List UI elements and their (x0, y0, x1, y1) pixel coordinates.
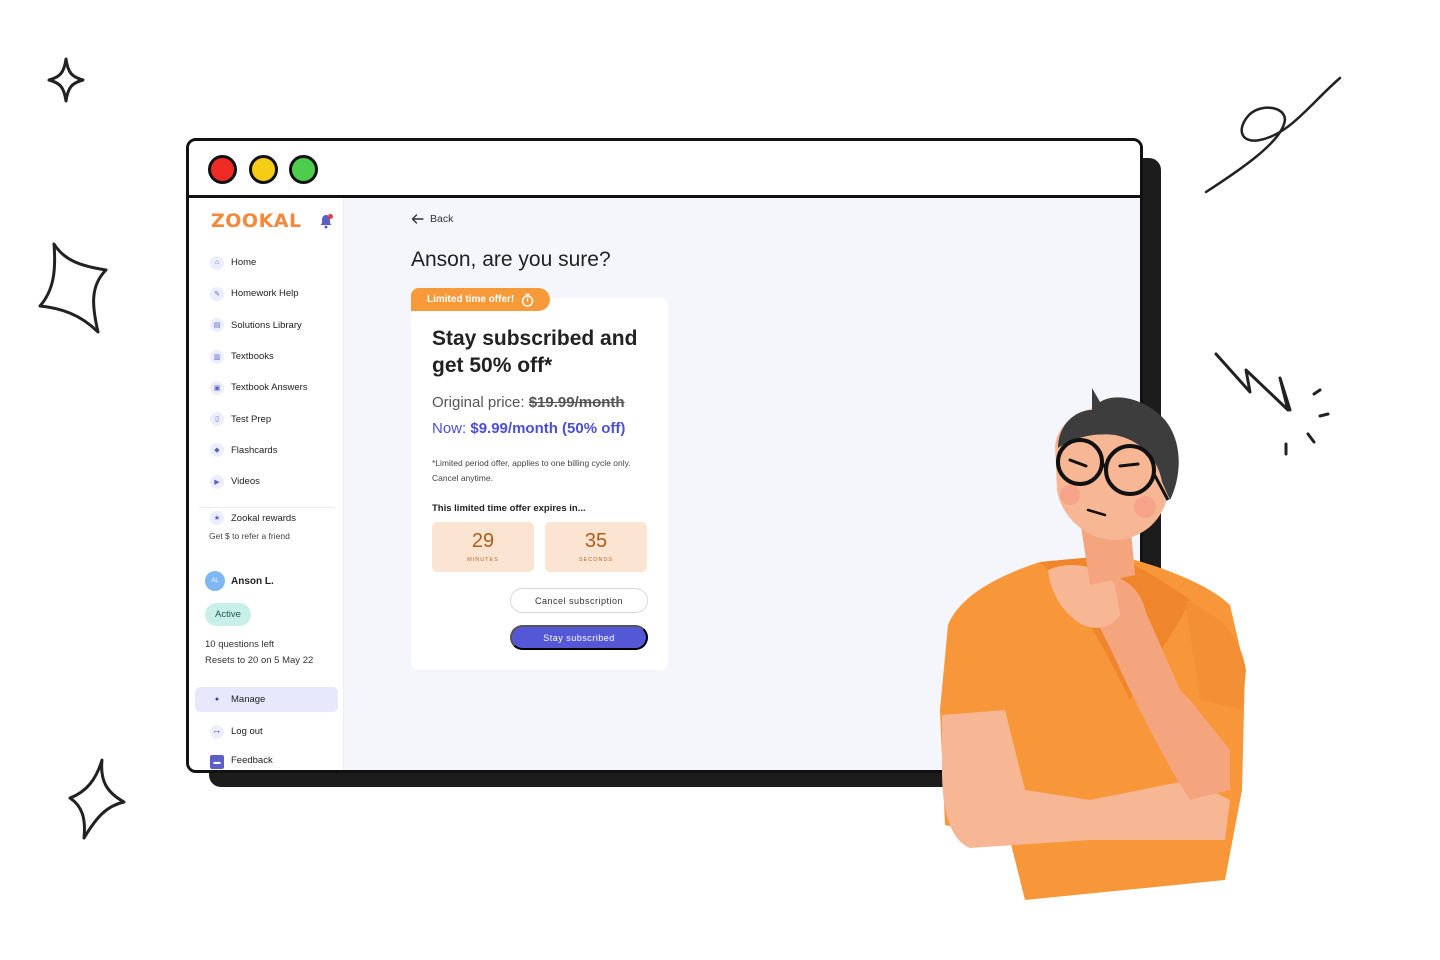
sidebar-item-flashcards[interactable]: ◆ Flashcards (189, 435, 344, 466)
user-name: Anson L. (231, 575, 274, 587)
sidebar-item-label: Solutions Library (231, 319, 302, 331)
sidebar-item-label: Log out (231, 726, 263, 738)
back-label: Back (430, 213, 454, 225)
minimize-window-button[interactable] (249, 155, 278, 184)
page-title: Anson, are you sure? (411, 248, 611, 271)
sidebar-item-logout[interactable]: ↦ Log out (189, 716, 344, 747)
pencil-icon: ✎ (210, 286, 224, 301)
thinking-person-illustration (940, 388, 1246, 900)
sidebar-item-manage[interactable]: ● Manage (195, 687, 338, 712)
rewards-section[interactable]: ★ Zookal rewards Get $ to refer a friend (209, 511, 340, 541)
sidebar-item-label: Manage (231, 694, 266, 705)
minutes-value: 29 (471, 530, 495, 552)
books-icon: ▥ (210, 349, 224, 364)
sidebar-item-logout-wrap: ↦ Log out (189, 716, 344, 747)
expires-label: This limited time offer expires in... (432, 503, 586, 514)
sidebar-item-label: Home (231, 257, 257, 269)
maximize-window-button[interactable] (289, 155, 318, 184)
feedback-icon: ▬ (210, 755, 224, 769)
offer-card: Stay subscribed and get 50% off* Origina… (411, 298, 668, 670)
sidebar-item-label: Textbooks (231, 351, 274, 363)
user-section: AL Anson L. Active 10 questions left Res… (205, 571, 340, 669)
seconds-value: 35 (584, 530, 608, 552)
window-titlebar (189, 141, 1140, 198)
user-circle-icon: ● (214, 696, 220, 703)
questions-info: 10 questions left Resets to 20 on 5 May … (205, 637, 340, 669)
rewards-icon: ★ (210, 511, 224, 525)
user-row: AL Anson L. (205, 571, 340, 591)
flashcards-icon: ◆ (210, 443, 224, 458)
sidebar-item-textbooks[interactable]: ▥ Textbooks (189, 341, 344, 372)
sidebar-item-label: Videos (231, 476, 260, 488)
cancel-subscription-button[interactable]: Cancel subscription (510, 588, 648, 613)
zookal-logo[interactable]: ZOOKAL (211, 210, 302, 232)
rewards-label: Zookal rewards (231, 512, 296, 524)
limited-offer-ribbon: Limited time offer! (411, 288, 551, 311)
sidebar-item-test-prep[interactable]: ▯ Test Prep (189, 403, 344, 434)
rewards-subtitle: Get $ to refer a friend (209, 531, 290, 541)
sidebar-item-label: Textbook Answers (231, 382, 308, 394)
sidebar-item-label: Feedback (231, 755, 273, 766)
stopwatch-icon (522, 293, 534, 307)
sparkle-doodle-top-left (47, 57, 85, 103)
logo-row: ZOOKAL (211, 210, 336, 232)
answers-icon: ▣ (210, 380, 224, 395)
squiggle-doodle-top-right (1204, 76, 1342, 194)
sparkle-doodle-bottom-left (68, 758, 126, 840)
sidebar-item-label: Test Prep (231, 413, 272, 425)
library-icon: ▤ (210, 318, 224, 333)
sidebar-item-label: Homework Help (231, 288, 299, 300)
logout-icon: ↦ (210, 724, 224, 739)
sidebar-item-videos[interactable]: ▶ Videos (189, 466, 344, 497)
arrow-left-icon (411, 214, 424, 224)
discounted-price-value: $9.99/month (50% off) (470, 420, 626, 437)
offer-title: Stay subscribed and get 50% off* (432, 327, 638, 377)
sidebar-item-solutions-library[interactable]: ▤ Solutions Library (189, 310, 344, 341)
home-icon: ⌂ (210, 255, 224, 270)
sidebar-item-feedback-wrap: ▬ Feedback (189, 751, 344, 770)
sidebar-nav: ⌂ Home ✎ Homework Help ▤ Solutions Libra… (189, 247, 344, 509)
avatar[interactable]: AL (205, 571, 225, 591)
status-badge: Active (205, 603, 251, 626)
sidebar-item-textbook-answers[interactable]: ▣ Textbook Answers (189, 372, 344, 403)
stay-subscribed-button[interactable]: Stay subscribed (510, 625, 648, 650)
sidebar-item-homework-help[interactable]: ✎ Homework Help (189, 278, 344, 309)
reset-note: Resets to 20 on 5 May 22 (205, 655, 314, 666)
original-price-prefix: Original price: (432, 394, 525, 411)
ribbon-label: Limited time offer! (427, 294, 515, 305)
countdown-minutes: 29 MINUTES (432, 522, 534, 572)
original-price: Original price: $19.99/month (432, 394, 625, 411)
test-icon: ▯ (210, 412, 224, 427)
sidebar: ZOOKAL ⌂ Home ✎ Homework Help ▤ Solution… (189, 198, 344, 770)
close-window-button[interactable] (208, 155, 237, 184)
discounted-price: Now: $9.99/month (50% off) (432, 420, 625, 437)
minutes-label: MINUTES (467, 557, 499, 563)
countdown-seconds: 35 SECONDS (545, 522, 647, 572)
seconds-label: SECONDS (578, 557, 614, 563)
rewards-row: ★ Zookal rewards (210, 511, 340, 525)
bell-icon[interactable] (319, 214, 333, 229)
video-icon: ▶ (210, 474, 224, 489)
sidebar-item-feedback[interactable]: ▬ Feedback (189, 751, 344, 770)
sidebar-item-label: Flashcards (231, 444, 278, 456)
original-price-value: $19.99/month (528, 394, 625, 411)
questions-left: 10 questions left (205, 639, 275, 650)
fine-print: *Limited period offer, applies to one bi… (432, 458, 631, 483)
sparkle-doodle-left (38, 242, 108, 334)
sidebar-item-home[interactable]: ⌂ Home (189, 247, 344, 278)
discounted-price-prefix: Now: (432, 420, 467, 437)
sidebar-divider (199, 507, 334, 509)
back-link[interactable]: Back (411, 213, 453, 225)
